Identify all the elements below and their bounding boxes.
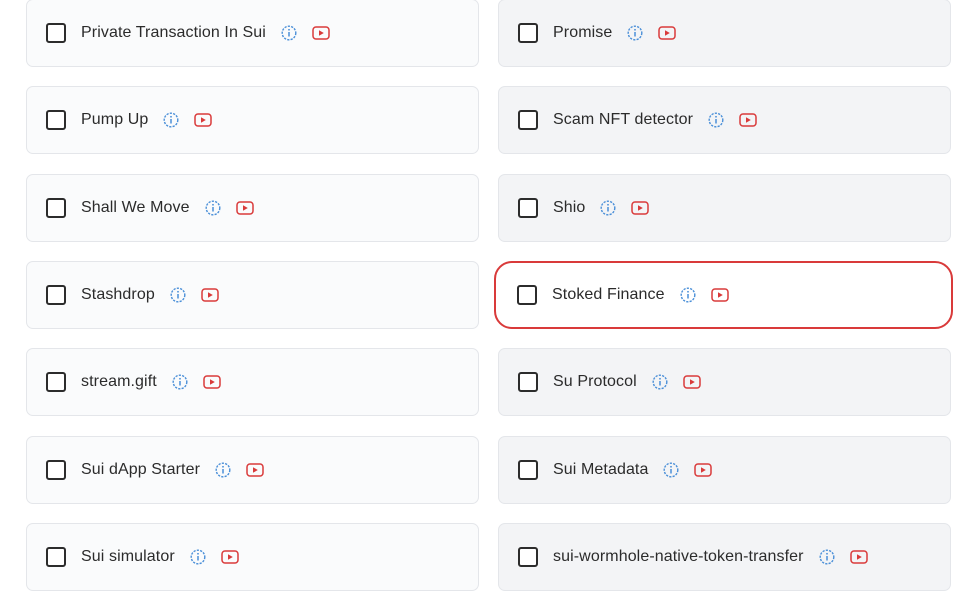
- project-card[interactable]: Su Protocol: [498, 348, 951, 416]
- project-checkbox[interactable]: [518, 198, 538, 218]
- project-label: stream.gift: [81, 373, 157, 390]
- info-icon[interactable]: [708, 112, 724, 128]
- project-checkbox[interactable]: [46, 285, 66, 305]
- project-label: Sui simulator: [81, 548, 175, 565]
- info-icon[interactable]: [163, 112, 179, 128]
- video-icon[interactable]: [312, 26, 330, 40]
- project-card[interactable]: Promise: [498, 0, 951, 67]
- project-label: sui-wormhole-native-token-transfer: [553, 548, 804, 565]
- project-card[interactable]: Scam NFT detector: [498, 86, 951, 154]
- video-icon[interactable]: [221, 550, 239, 564]
- info-icon[interactable]: [663, 462, 679, 478]
- project-checkbox[interactable]: [518, 372, 538, 392]
- project-card[interactable]: Shio: [498, 174, 951, 242]
- project-card[interactable]: Shall We Move: [26, 174, 479, 242]
- project-grid: Private Transaction In Sui Promise Pump …: [0, 0, 971, 605]
- project-label: Stoked Finance: [552, 286, 665, 303]
- project-label: Scam NFT detector: [553, 111, 694, 128]
- project-checkbox[interactable]: [46, 547, 66, 567]
- video-icon[interactable]: [201, 288, 219, 302]
- project-label: Promise: [553, 24, 613, 41]
- project-checkbox[interactable]: [46, 460, 66, 480]
- project-label: Private Transaction In Sui: [81, 24, 266, 41]
- project-checkbox[interactable]: [46, 23, 66, 43]
- project-card[interactable]: Private Transaction In Sui: [26, 0, 479, 67]
- project-checkbox[interactable]: [46, 198, 66, 218]
- project-checkbox[interactable]: [518, 547, 538, 567]
- video-icon[interactable]: [194, 113, 213, 127]
- video-icon[interactable]: [683, 375, 701, 389]
- video-icon[interactable]: [246, 463, 264, 477]
- info-icon[interactable]: [205, 200, 221, 216]
- project-label: Shall We Move: [81, 199, 190, 216]
- project-checkbox[interactable]: [518, 110, 538, 130]
- project-card[interactable]: Sui dApp Starter: [26, 436, 479, 504]
- info-icon[interactable]: [190, 549, 206, 565]
- info-icon[interactable]: [819, 549, 835, 565]
- project-checkbox[interactable]: [46, 110, 66, 130]
- project-checkbox[interactable]: [46, 372, 66, 392]
- video-icon[interactable]: [849, 550, 868, 564]
- project-label: Stashdrop: [81, 286, 155, 303]
- video-icon[interactable]: [203, 375, 221, 389]
- project-card[interactable]: sui-wormhole-native-token-transfer: [498, 523, 951, 591]
- project-card[interactable]: Stashdrop: [26, 261, 479, 329]
- video-icon[interactable]: [658, 26, 677, 40]
- info-icon[interactable]: [600, 200, 616, 216]
- info-icon[interactable]: [652, 374, 668, 390]
- project-card[interactable]: Sui Metadata: [498, 436, 951, 504]
- video-icon[interactable]: [739, 113, 757, 127]
- project-label: Shio: [553, 199, 586, 216]
- project-card[interactable]: Pump Up: [26, 86, 479, 154]
- info-icon[interactable]: [680, 287, 696, 303]
- video-icon[interactable]: [631, 201, 650, 215]
- project-checkbox[interactable]: [518, 460, 538, 480]
- video-icon[interactable]: [710, 288, 729, 302]
- project-card[interactable]: stream.gift: [26, 348, 479, 416]
- info-icon[interactable]: [627, 25, 643, 41]
- project-card[interactable]: Sui simulator: [26, 523, 479, 591]
- video-icon[interactable]: [235, 201, 254, 215]
- info-icon[interactable]: [172, 374, 188, 390]
- project-card-highlighted[interactable]: Stoked Finance: [494, 261, 953, 329]
- info-icon[interactable]: [170, 287, 186, 303]
- project-checkbox[interactable]: [518, 23, 538, 43]
- project-label: Sui dApp Starter: [81, 461, 200, 478]
- video-icon[interactable]: [694, 463, 713, 477]
- project-label: Su Protocol: [553, 373, 637, 390]
- info-icon[interactable]: [281, 25, 297, 41]
- project-label: Pump Up: [81, 111, 149, 128]
- project-label: Sui Metadata: [553, 461, 649, 478]
- info-icon[interactable]: [215, 462, 231, 478]
- project-checkbox[interactable]: [517, 285, 537, 305]
